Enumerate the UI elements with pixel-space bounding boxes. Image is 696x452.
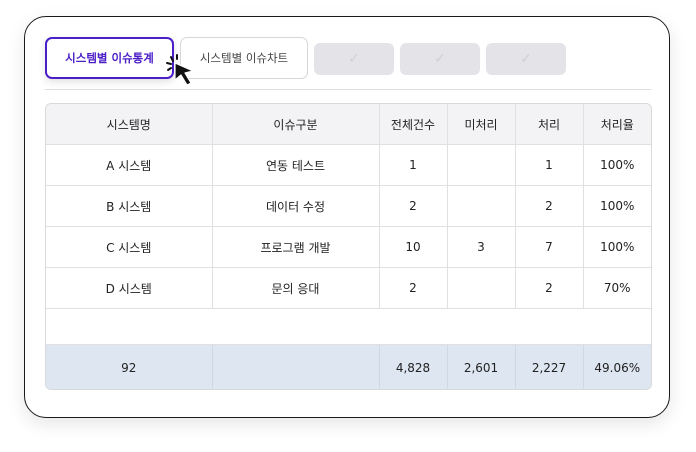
stats-table: 시스템명 이슈구분 전체건수 미처리 처리 처리율 A 시스템 연동 테스트 1… — [46, 104, 651, 389]
pointer-click-icon — [166, 54, 194, 86]
total-system-count: 92 — [46, 344, 213, 389]
total-issue-type — [212, 344, 380, 389]
cell-processing-rate: 100% — [583, 144, 651, 186]
cell-issue-type: 프로그램 개발 — [212, 226, 380, 268]
cell-processed: 2 — [515, 185, 584, 227]
header-unprocessed[interactable]: 미처리 — [447, 104, 516, 145]
header-processing-rate[interactable]: 처리율 — [583, 104, 651, 145]
total-processing-rate: 49.06% — [583, 344, 651, 389]
cell-system-name: A 시스템 — [46, 144, 213, 186]
cell-processed: 2 — [515, 267, 584, 309]
cell-unprocessed — [447, 144, 516, 186]
tab-issue-stats[interactable]: 시스템별 이슈통계 — [45, 37, 174, 79]
cell-system-name: D 시스템 — [46, 267, 213, 309]
table-row[interactable]: B 시스템 데이터 수정 2 2 100% — [46, 185, 651, 227]
table-row[interactable]: D 시스템 문의 응대 2 2 70% — [46, 267, 651, 309]
header-system-name[interactable]: 시스템명 — [46, 104, 213, 145]
cell-total-count: 2 — [379, 267, 448, 309]
tab-placeholder-1[interactable]: ✓ — [314, 43, 394, 75]
cell-system-name: C 시스템 — [46, 226, 213, 268]
tab-divider — [45, 89, 651, 90]
tab-placeholder-2[interactable]: ✓ — [400, 43, 480, 75]
cell-unprocessed: 3 — [447, 226, 516, 268]
table-row[interactable]: C 시스템 프로그램 개발 10 3 7 100% — [46, 226, 651, 268]
cell-processed: 1 — [515, 144, 584, 186]
tab-placeholder-3[interactable]: ✓ — [486, 43, 566, 75]
check-icon: ✓ — [348, 51, 360, 67]
header-processed[interactable]: 처리 — [515, 104, 584, 145]
cell-issue-type: 문의 응대 — [212, 267, 380, 309]
issue-stats-card: 시스템별 이슈통계 시스템별 이슈차트 ✓ ✓ ✓ 시스템명 이슈구분 전체건수… — [24, 16, 670, 418]
cell-unprocessed — [447, 267, 516, 309]
table-header-row: 시스템명 이슈구분 전체건수 미처리 처리 처리율 — [46, 104, 651, 145]
cell-unprocessed — [447, 185, 516, 227]
cell-total-count: 2 — [379, 185, 448, 227]
header-total-count[interactable]: 전체건수 — [379, 104, 448, 145]
total-count: 4,828 — [379, 344, 448, 389]
cell-total-count: 1 — [379, 144, 448, 186]
cell-system-name: B 시스템 — [46, 185, 213, 227]
cell-issue-type: 연동 테스트 — [212, 144, 380, 186]
check-icon: ✓ — [520, 51, 532, 67]
check-icon: ✓ — [434, 51, 446, 67]
cell-processed: 7 — [515, 226, 584, 268]
cell-issue-type: 데이터 수정 — [212, 185, 380, 227]
table-row[interactable]: A 시스템 연동 테스트 1 1 100% — [46, 144, 651, 186]
cell-total-count: 10 — [379, 226, 448, 268]
header-issue-type[interactable]: 이슈구분 — [212, 104, 380, 145]
table-total-row: 92 4,828 2,601 2,227 49.06% — [46, 344, 651, 389]
total-unprocessed: 2,601 — [447, 344, 516, 389]
stats-table-container: 시스템명 이슈구분 전체건수 미처리 처리 처리율 A 시스템 연동 테스트 1… — [45, 103, 652, 390]
cell-processing-rate: 70% — [583, 267, 651, 309]
cell-processing-rate: 100% — [583, 185, 651, 227]
table-empty-row — [46, 308, 651, 345]
cell-processing-rate: 100% — [583, 226, 651, 268]
total-processed: 2,227 — [515, 344, 584, 389]
